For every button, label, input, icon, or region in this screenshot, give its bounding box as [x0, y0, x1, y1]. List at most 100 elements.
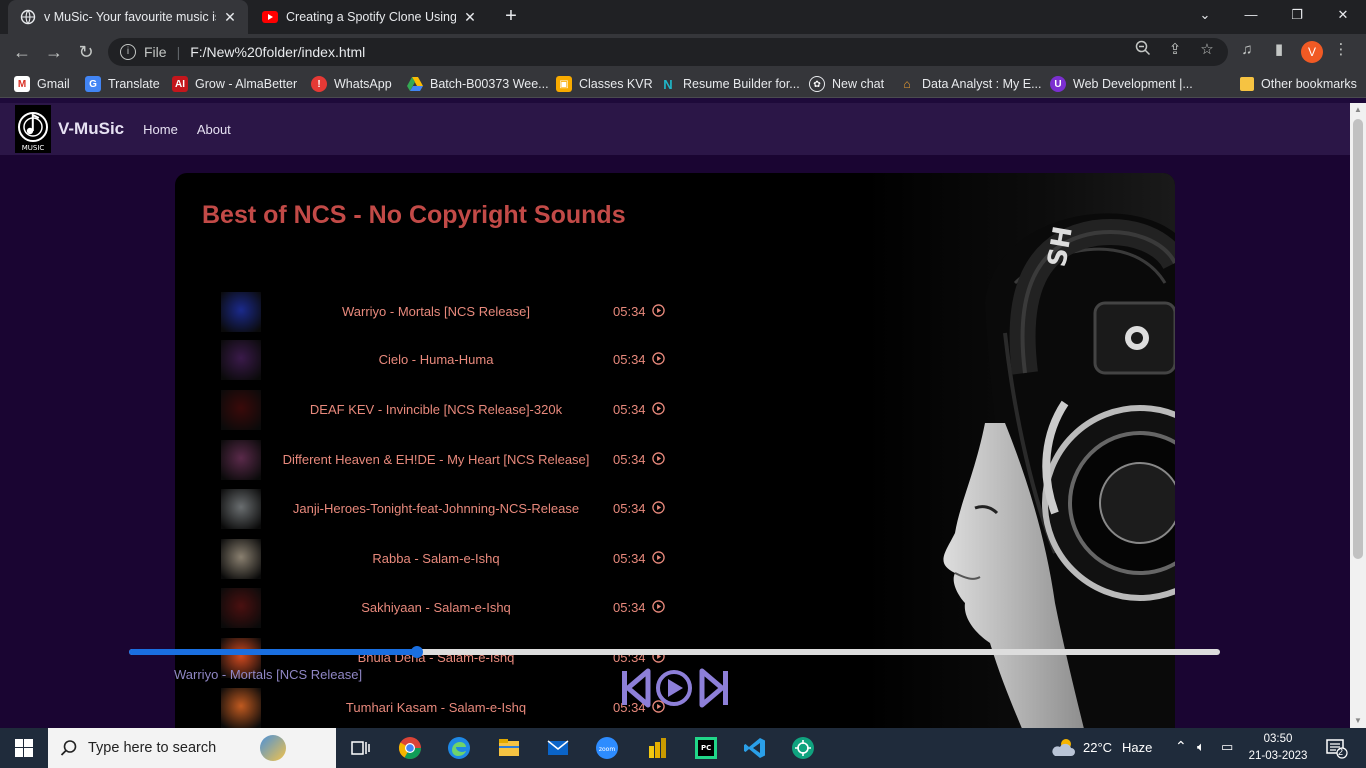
- mail-icon[interactable]: [546, 736, 570, 760]
- power-bi-icon[interactable]: [645, 736, 669, 760]
- window-close-button[interactable]: ✕: [1320, 0, 1366, 30]
- song-cover-image: [221, 440, 261, 480]
- bookmark-classes[interactable]: ▣ Classes KVR: [556, 75, 653, 93]
- song-item[interactable]: Cielo - Huma-Huma 05:34: [221, 340, 671, 380]
- tab-title: Creating a Spotify Clone Using HTML: [286, 10, 456, 24]
- tray-chevron-icon[interactable]: ⌃: [1175, 738, 1187, 755]
- chatgpt-app-icon[interactable]: [791, 736, 815, 760]
- svg-text:zoom: zoom: [599, 746, 615, 753]
- progress-bar[interactable]: [129, 646, 1220, 658]
- minimize-button[interactable]: —: [1228, 0, 1274, 30]
- zoom-app-icon[interactable]: zoom: [595, 736, 619, 760]
- tab-youtube[interactable]: Creating a Spotify Clone Using HTML ✕: [250, 0, 488, 34]
- bookmark-webdev[interactable]: U Web Development |...: [1050, 75, 1193, 93]
- resume-icon: N: [663, 76, 673, 92]
- play-circle-icon[interactable]: [652, 600, 665, 613]
- globe-icon: [20, 9, 36, 25]
- menu-icon[interactable]: ⋮: [1331, 40, 1351, 60]
- nav-home[interactable]: Home: [143, 122, 178, 137]
- play-circle-icon[interactable]: [652, 501, 665, 514]
- forward-button[interactable]: →: [40, 39, 68, 65]
- chrome-icon[interactable]: [398, 736, 422, 760]
- scrollbar-thumb[interactable]: [1353, 119, 1363, 559]
- song-name: Different Heaven & EH!DE - My Heart [NCS…: [282, 452, 590, 467]
- close-icon[interactable]: ✕: [462, 9, 478, 26]
- back-button[interactable]: ←: [8, 39, 36, 65]
- share-icon[interactable]: ⇪: [1165, 40, 1185, 60]
- bookmark-translate[interactable]: G Translate: [85, 75, 160, 93]
- taskbar-clock[interactable]: 03:50 21-03-2023: [1248, 731, 1308, 765]
- play-circle-icon[interactable]: [652, 551, 665, 564]
- play-circle-icon[interactable]: [652, 352, 665, 365]
- reload-button[interactable]: ↻: [72, 39, 100, 65]
- previous-icon[interactable]: [622, 668, 651, 708]
- tab-vmusic[interactable]: v MuSic- Your favourite music is here ✕: [8, 0, 248, 34]
- play-circle-icon[interactable]: [652, 304, 665, 317]
- profile-avatar[interactable]: V: [1301, 41, 1323, 63]
- site-logo[interactable]: MUSIC: [15, 105, 51, 153]
- translate-icon: G: [85, 76, 101, 92]
- bookmark-batch[interactable]: Batch-B00373 Wee...: [407, 75, 549, 93]
- bookmark-data-analyst[interactable]: ⌂ Data Analyst : My E...: [899, 75, 1041, 93]
- bookmark-gmail[interactable]: M Gmail: [14, 75, 70, 93]
- zoom-icon[interactable]: [1133, 40, 1153, 60]
- song-duration: 05:34: [613, 304, 646, 319]
- browser-toolbar: ← → ↻ i File | F:/New%20folder/index.htm…: [0, 34, 1366, 70]
- song-name: Tumhari Kasam - Salam-e-Ishq: [345, 700, 527, 715]
- tab-search-icon[interactable]: ⌄: [1182, 0, 1228, 30]
- next-icon[interactable]: [699, 668, 728, 708]
- edge-icon[interactable]: [447, 736, 471, 760]
- bookmark-resume[interactable]: N Resume Builder for...: [660, 75, 799, 93]
- bookmark-almabetter[interactable]: AI Grow - AlmaBetter: [172, 75, 297, 93]
- song-item[interactable]: Warriyo - Mortals [NCS Release] 05:34: [221, 292, 671, 332]
- song-duration: 05:34: [613, 600, 646, 615]
- other-bookmarks[interactable]: Other bookmarks: [1240, 75, 1357, 93]
- song-item[interactable]: Janji-Heroes-Tonight-feat-Johnning-NCS-R…: [221, 489, 671, 529]
- pycharm-icon[interactable]: PC: [694, 736, 718, 760]
- address-bar[interactable]: i File | F:/New%20folder/index.html: [108, 38, 1228, 66]
- song-item[interactable]: Tumhari Kasam - Salam-e-Ishq 05:34: [221, 688, 671, 728]
- notification-count: 2: [1338, 747, 1344, 757]
- svg-text:MUSIC: MUSIC: [22, 144, 45, 152]
- close-icon[interactable]: ✕: [222, 9, 238, 26]
- new-tab-button[interactable]: +: [498, 4, 524, 30]
- weather-desc: Haze: [1122, 740, 1153, 755]
- play-circle-icon[interactable]: [652, 452, 665, 465]
- bookmark-whatsapp[interactable]: ! WhatsApp: [311, 75, 392, 93]
- play-circle-icon[interactable]: [652, 402, 665, 415]
- vscode-icon[interactable]: [743, 736, 767, 760]
- star-icon[interactable]: ☆: [1197, 40, 1217, 60]
- song-item[interactable]: Sakhiyaan - Salam-e-Ishq 05:34: [221, 588, 671, 628]
- progress-knob[interactable]: [411, 646, 424, 658]
- gmail-icon: M: [14, 76, 30, 92]
- search-icon: [60, 740, 77, 756]
- song-item[interactable]: DEAF KEV - Invincible [NCS Release]-320k…: [221, 390, 671, 430]
- weather-icon[interactable]: [1051, 736, 1075, 760]
- song-item[interactable]: Rabba - Salam-e-Ishq 05:34: [221, 539, 671, 579]
- media-control-icon[interactable]: ♫: [1237, 40, 1257, 60]
- song-item[interactable]: Different Heaven & EH!DE - My Heart [NCS…: [221, 440, 671, 480]
- song-duration: 05:34: [613, 501, 646, 516]
- headphones-photo: SH: [865, 173, 1175, 728]
- notifications-icon[interactable]: 2: [1324, 736, 1348, 760]
- song-duration: 05:34: [613, 352, 646, 367]
- page-scrollbar[interactable]: ▲ ▼: [1350, 103, 1366, 728]
- info-icon[interactable]: i: [120, 44, 136, 60]
- scroll-up-icon[interactable]: ▲: [1350, 103, 1366, 117]
- browser-tabstrip: v MuSic- Your favourite music is here ✕ …: [0, 0, 1366, 34]
- song-duration: 05:34: [613, 402, 646, 417]
- taskbar-search[interactable]: Type here to search: [48, 728, 336, 768]
- task-view-icon[interactable]: [348, 736, 372, 760]
- bookmark-newchat[interactable]: ✿ New chat: [809, 75, 884, 93]
- volume-icon[interactable]: 🔈︎: [1197, 739, 1205, 755]
- side-panel-icon[interactable]: ▮: [1269, 40, 1289, 60]
- song-cover-image: [221, 588, 261, 628]
- file-explorer-icon[interactable]: [497, 736, 521, 760]
- nav-about[interactable]: About: [197, 122, 231, 137]
- maximize-button[interactable]: ❐: [1274, 0, 1320, 30]
- scroll-down-icon[interactable]: ▼: [1350, 714, 1366, 728]
- play-icon[interactable]: [656, 670, 692, 706]
- song-cover-image: [221, 390, 261, 430]
- start-button[interactable]: [0, 728, 48, 768]
- battery-icon[interactable]: ▭: [1221, 739, 1233, 755]
